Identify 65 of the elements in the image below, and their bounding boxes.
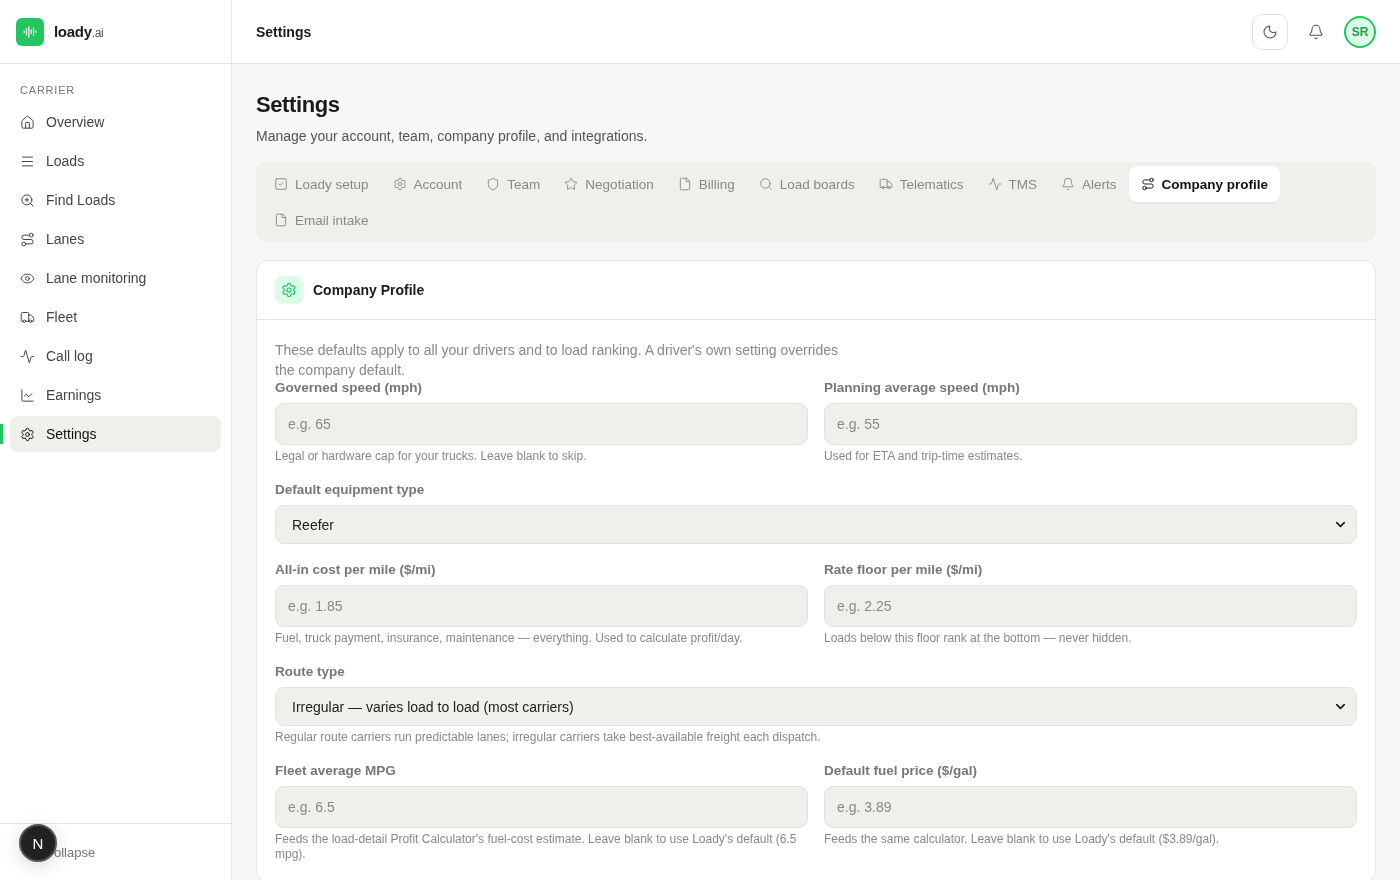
search-icon (758, 177, 773, 191)
route-icon (20, 231, 35, 247)
sound-wave-icon (23, 24, 37, 39)
help-text: Feeds the same calculator. Leave blank to use Loady's default ($3.89/gal). (824, 832, 1221, 847)
sidebar-item[interactable]: Overview (10, 104, 221, 140)
theme-toggle-button[interactable] (1252, 13, 1288, 50)
select-field[interactable]: Irregular — varies load to load (most carriers) (275, 687, 1357, 726)
header-title: Settings (256, 23, 312, 40)
settings-icon (20, 426, 35, 442)
sidebar-item[interactable]: Lanes (10, 221, 221, 257)
help-text: Legal or hardware cap for your trucks. Leave blank to skip. (275, 449, 588, 464)
house-icon (20, 114, 35, 130)
settings-tab[interactable]: Company profile (1128, 166, 1281, 202)
help-text: Regular route carriers run predictable lanes; irregular carriers take best-available freight each dispatch. (275, 730, 822, 745)
pulse-icon (987, 177, 1002, 191)
zoom-in-icon (20, 192, 35, 208)
sidebar-item[interactable]: Find Loads (10, 182, 221, 218)
input-field[interactable]: e.g. 6.5 (275, 786, 808, 828)
card-description: These defaults apply to all your drivers and to load ranking. A driver's own setting overrides the company default. (275, 341, 839, 380)
eye-icon (20, 270, 35, 286)
file-icon (677, 177, 692, 191)
input-field[interactable]: e.g. 3.89 (824, 786, 1357, 828)
collapse-link[interactable]: ollapse (54, 844, 96, 860)
checkbox-icon (274, 177, 288, 191)
field-label: Governed speed (mph) (275, 380, 424, 395)
field-label: Default fuel price ($/gal) (824, 763, 979, 778)
field-label: All-in cost per mile ($/mi) (275, 562, 437, 577)
truck-icon (878, 177, 893, 191)
help-text: Feeds the load-detail Profit Calculator's fuel-cost estimate. Leave blank to use Loady's default (6.5 mpg). (275, 832, 798, 862)
shield-icon (486, 177, 501, 191)
select-field[interactable]: Reefer (275, 505, 1357, 544)
star-icon (564, 177, 579, 191)
sidebar-item[interactable]: Lane monitoring (10, 260, 221, 296)
section-heading: CARRIER (19, 83, 77, 98)
sidebar-item[interactable]: Earnings (10, 377, 221, 413)
input-field[interactable]: e.g. 2.25 (824, 585, 1357, 627)
page-title: Settings (256, 92, 341, 118)
file-icon (274, 213, 288, 227)
menu-icon (20, 153, 35, 169)
page-subtitle: Manage your account, team, company profile, and integrations. (256, 128, 649, 144)
field-label: Planning average speed (mph) (824, 380, 1021, 395)
input-field[interactable]: e.g. 55 (824, 403, 1357, 445)
sidebar-item[interactable]: Fleet (10, 299, 221, 335)
card-title: Company Profile (313, 282, 425, 298)
field-label: Rate floor per mile ($/mi) (824, 562, 984, 577)
bell-icon (1308, 23, 1324, 40)
input-field[interactable]: e.g. 65 (275, 403, 808, 445)
settings-icon (392, 177, 407, 191)
pulse-icon (20, 348, 35, 364)
help-text: Loads below this floor rank at the bottom — never hidden. (824, 631, 1133, 646)
help-text: Used for ETA and trip-time estimates. (824, 449, 1024, 464)
brand-name: loady.ai (54, 23, 104, 40)
sidebar-item[interactable]: Call log (10, 338, 221, 374)
truck-icon (20, 309, 35, 325)
line-chart-icon (20, 387, 35, 403)
route-icon (1140, 177, 1155, 191)
field-label: Fleet average MPG (275, 763, 397, 778)
input-field[interactable]: e.g. 1.85 (275, 585, 808, 627)
sidebar-item[interactable]: Loads (10, 143, 221, 179)
field-label: Default equipment type (275, 482, 426, 497)
help-text: Fuel, truck payment, insurance, maintenance — everything. Used to calculate profit/day. (275, 631, 744, 646)
bell-icon (1061, 177, 1076, 191)
gear-icon (281, 282, 297, 298)
moon-icon (1262, 23, 1278, 40)
field-label: Route type (275, 664, 346, 679)
